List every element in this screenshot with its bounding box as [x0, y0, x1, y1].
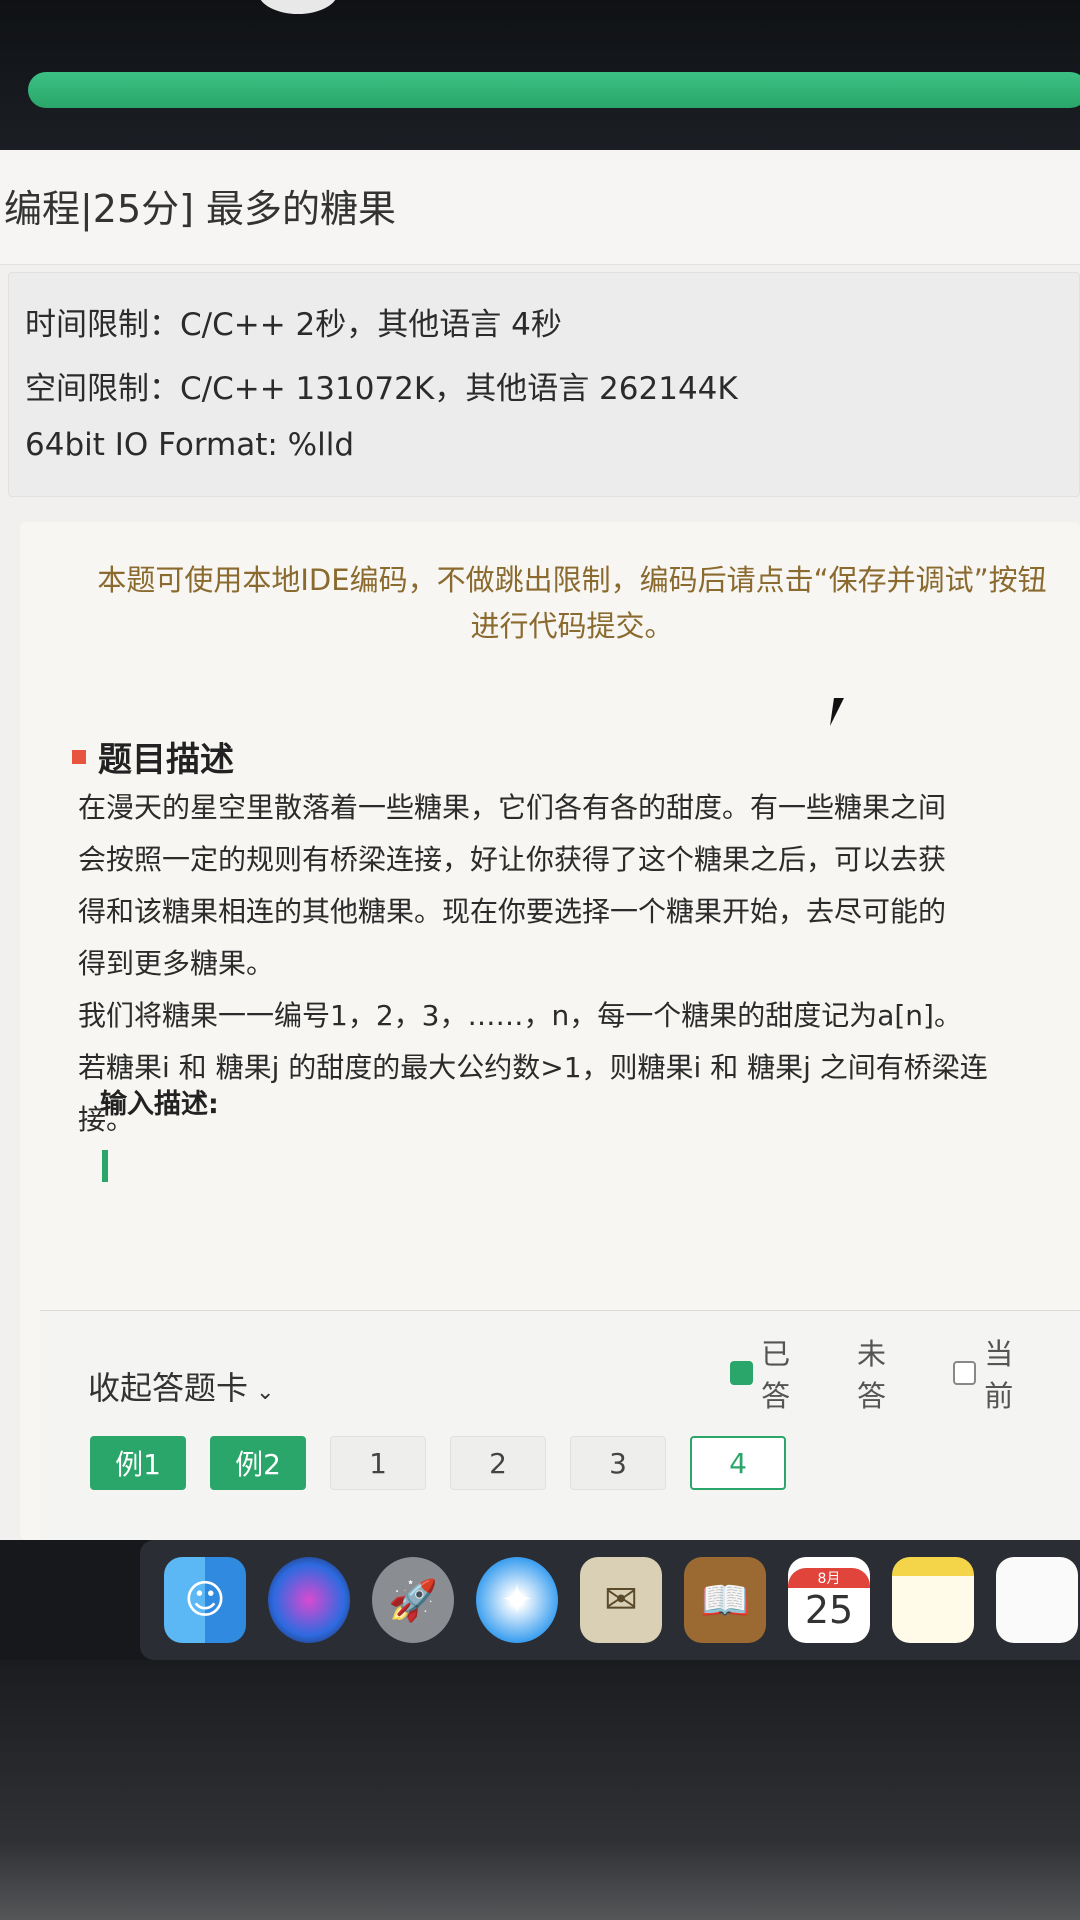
- time-limit: 时间限制：C/C++ 2秒，其他语言 4秒: [25, 307, 562, 343]
- desc-line: 我们将糖果一一编号1，2，3，……，n，每一个糖果的甜度记为a[n]。: [78, 999, 962, 1032]
- siri-icon[interactable]: [268, 1557, 350, 1643]
- input-marker: [102, 1150, 108, 1182]
- current-swatch-icon: [953, 1361, 977, 1385]
- question-button-2[interactable]: 2: [450, 1436, 546, 1490]
- legend-current-label: 当前: [984, 1337, 1014, 1413]
- collapse-label: 收起答题卡: [88, 1369, 249, 1407]
- desc-line: 得和该糖果相连的其他糖果。现在你要选择一个糖果开始，去尽可能的: [78, 895, 947, 928]
- legend-current: 当前: [953, 1331, 1040, 1415]
- safari-icon[interactable]: ✦: [476, 1557, 558, 1643]
- calendar-day: 25: [804, 1588, 854, 1632]
- ide-notice: 本题可使用本地IDE编码，不做跳出限制，编码后请点击“保存并调试”按钮 进行代码…: [52, 557, 1080, 649]
- question-nav: 例1 例2 1 2 3 4: [90, 1436, 810, 1490]
- title-bar: 编程|25分] 最多的糖果: [0, 150, 1080, 265]
- notes-icon[interactable]: [892, 1557, 974, 1643]
- question-button-1[interactable]: 1: [330, 1436, 426, 1490]
- contacts-icon[interactable]: 📖: [684, 1557, 766, 1643]
- io-format: 64bit IO Format: %lld: [25, 427, 355, 463]
- section-marker-icon: [72, 749, 86, 764]
- calendar-month: 8月: [788, 1568, 870, 1588]
- calendar-icon[interactable]: 8月 25: [788, 1557, 870, 1643]
- collapse-answer-card-button[interactable]: 收起答题卡 ⌄: [88, 1363, 274, 1409]
- section-heading: 题目描述: [72, 732, 234, 781]
- finder-icon[interactable]: ☺: [164, 1557, 246, 1643]
- answer-legend: 已答 未答 当前: [730, 1331, 1080, 1415]
- chevron-down-icon: ⌄: [256, 1380, 275, 1405]
- desc-line: 会按照一定的规则有桥梁连接，好让你获得了这个糖果之后，可以去获: [78, 843, 947, 876]
- desc-line: 若糖果i 和 糖果j 的甜度的最大公约数>1，则糖果i 和 糖果j 之间有桥梁连: [78, 1051, 988, 1084]
- question-button-example-1[interactable]: 例1: [90, 1436, 186, 1490]
- answer-card: 已答 未答 当前 收起答题卡 ⌄ 例1 例2 1 2 3 4: [40, 1310, 1080, 1540]
- problem-title: 编程|25分] 最多的糖果: [4, 187, 397, 231]
- input-description-title: 输入描述:: [100, 1089, 219, 1120]
- mail-icon[interactable]: ✉: [580, 1557, 662, 1643]
- notice-line-2: 进行代码提交。: [470, 609, 674, 643]
- limits-panel: 时间限制：C/C++ 2秒，其他语言 4秒 空间限制：C/C++ 131072K…: [8, 272, 1080, 497]
- legend-answered: 已答: [730, 1331, 817, 1415]
- reminders-icon[interactable]: [996, 1557, 1078, 1643]
- bottom-bezel: [0, 1660, 1080, 1920]
- question-button-3[interactable]: 3: [570, 1436, 666, 1490]
- question-button-example-2[interactable]: 例2: [210, 1436, 306, 1490]
- desc-line: 接。: [78, 1103, 135, 1136]
- progress-bar: [28, 72, 1080, 108]
- section-title: 题目描述: [98, 740, 234, 780]
- desc-line: 在漫天的星空里散落着一些糖果，它们各有各的甜度。有一些糖果之间: [78, 791, 947, 824]
- progress-fill: [28, 72, 1080, 108]
- legend-answered-label: 已答: [761, 1337, 791, 1413]
- legend-unanswered-label: 未答: [856, 1337, 886, 1413]
- problem-description: 在漫天的星空里散落着一些糖果，它们各有各的甜度。有一些糖果之间 会按照一定的规则…: [78, 782, 1073, 1146]
- question-button-4[interactable]: 4: [690, 1436, 786, 1490]
- desc-line: 得到更多糖果。: [78, 947, 275, 980]
- mouse-cursor-icon: [830, 698, 854, 726]
- launchpad-icon[interactable]: 🚀: [372, 1557, 454, 1643]
- answered-swatch-icon: [730, 1361, 754, 1385]
- space-limit: 空间限制：C/C++ 131072K，其他语言 262144K: [25, 371, 738, 407]
- dock: ☺ 🚀 ✦ ✉ 📖 8月 25: [140, 1540, 1080, 1660]
- notice-line-1: 本题可使用本地IDE编码，不做跳出限制，编码后请点击“保存并调试”按钮: [97, 563, 1047, 597]
- legend-unanswered: 未答: [857, 1331, 913, 1415]
